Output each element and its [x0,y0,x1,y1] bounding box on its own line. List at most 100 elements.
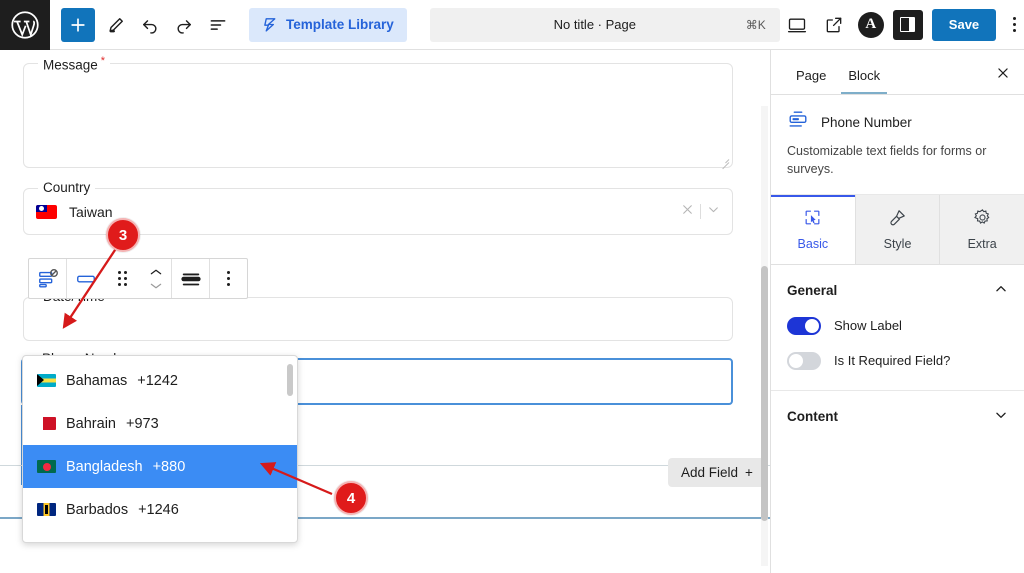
subtab-style-label: Style [883,236,912,251]
command-shortcut-label: ⌘K [745,17,766,32]
flag-bahamas-icon [37,374,56,387]
section-general-label: General [787,282,838,298]
list-item[interactable]: Belarus +375 [23,531,297,542]
list-item-selected[interactable]: Bangladesh +880 [23,445,297,488]
move-up-down-icon[interactable] [141,259,171,298]
more-options-button[interactable] [1001,17,1024,32]
tab-page[interactable]: Page [785,68,837,94]
canvas-scrollbar-thumb[interactable] [761,266,768,521]
cursor-icon [803,208,822,230]
toggle-show-label-text: Show Label [834,318,902,333]
view-external-icon[interactable] [817,8,851,42]
country-dropdown[interactable]: Bahamas +1242 Bahrain +973 Bangladesh +8… [22,355,298,543]
country-label: Barbados [66,501,129,518]
annotation-badge-4: 4 [334,481,368,515]
sidebar-toggle-glyph [892,9,923,40]
country-label: Bangladesh [66,458,143,475]
sidebar-tabs: Page Block [771,50,1024,95]
view-desktop-icon[interactable] [780,8,814,42]
flag-taiwan-icon [36,204,57,219]
block-info-panel: Phone Number Customizable text fields fo… [771,95,1024,195]
block-toolbar-group-move [67,259,172,298]
close-sidebar-icon[interactable] [996,66,1010,94]
country-label: Bahrain [66,415,116,432]
textarea-resize-handle[interactable] [720,155,729,164]
list-item[interactable]: Barbados +1246 [23,488,297,531]
settings-sidebar: Page Block Phone Number Customizable tex [770,50,1024,573]
subtab-extra[interactable]: Extra [940,194,1024,264]
subtab-extra-label: Extra [967,236,997,251]
toggle-required-field-row: Is It Required Field? [771,347,1024,382]
add-field-label: Add Field [681,465,739,480]
dropdown-scrollbar-thumb[interactable] [287,364,293,396]
canvas-scrollbar[interactable] [761,106,768,566]
sidebar-subtabs: Basic Style Extra [771,194,1024,265]
country-controls [681,203,720,221]
redo-button[interactable] [167,8,201,42]
template-library-label: Template Library [286,17,394,32]
template-library-button[interactable]: Template Library [249,7,407,42]
country-selected-value: Taiwan [69,203,113,220]
field-message-label: Message * [38,55,111,73]
field-message[interactable]: Message * [23,55,733,168]
drag-handle-icon[interactable] [104,259,141,298]
astra-letter: A [865,16,877,32]
block-toolbar-group-align [172,259,210,298]
block-toolbar-group-type [29,259,67,298]
chevron-down-icon[interactable] [707,203,720,221]
toggle-required-field[interactable] [787,351,821,370]
country-dial-code: +880 [152,458,186,475]
wordpress-logo-icon[interactable] [0,0,50,50]
more-options-icon[interactable] [210,259,247,298]
document-title-field[interactable]: No title · Page ⌘K [429,7,780,42]
toggle-show-label-row: Show Label [771,312,1024,347]
country-dial-code: +1246 [138,501,179,518]
section-content-label: Content [787,408,838,424]
flag-bangladesh-icon [37,460,56,473]
paragraph-transform-icon[interactable] [67,259,104,298]
list-item[interactable]: Bahamas +1242 [23,359,297,402]
edit-pencil-button[interactable] [99,8,133,42]
section-content[interactable]: Content [771,391,1024,438]
topbar-right-tools: A Save [780,8,1024,42]
toggle-show-label[interactable] [787,316,821,335]
clear-selection-icon[interactable] [681,203,694,221]
section-general[interactable]: General [771,265,1024,312]
subtab-basic[interactable]: Basic [771,194,856,264]
settings-sidebar-toggle[interactable] [891,8,925,42]
add-field-button[interactable]: Add Field + [668,458,766,487]
plus-icon: + [745,465,753,480]
annotation-badge-3: 3 [106,218,140,252]
toggle-required-field-text: Is It Required Field? [834,353,951,368]
list-item[interactable]: Bahrain +973 [23,402,297,445]
undo-button[interactable] [133,8,167,42]
field-country-label: Country [38,180,96,195]
document-title-text: No title · Page [553,17,636,32]
astra-logo-icon[interactable]: A [854,8,888,42]
gear-icon [973,208,992,230]
subtab-style[interactable]: Style [855,194,941,264]
top-toolbar: Template Library No title · Page ⌘K A Sa… [0,0,1024,50]
astra-badge: A [857,11,884,38]
block-toolbar [28,258,248,299]
block-type-icon[interactable] [29,259,66,298]
field-datetime[interactable]: Date/Time [23,289,733,341]
list-view-button[interactable] [201,8,235,42]
align-icon[interactable] [172,259,209,298]
wordpress-block-editor: Template Library No title · Page ⌘K A Sa… [0,0,1024,573]
brush-icon [888,208,907,230]
chevron-up-icon [994,282,1008,299]
tab-block[interactable]: Block [837,68,891,94]
flag-bahrain-icon [37,417,56,430]
block-title: Phone Number [821,115,912,130]
country-dropdown-list: Bahamas +1242 Bahrain +973 Bangladesh +8… [23,359,297,542]
country-dial-code: +1242 [137,372,178,389]
subtab-basic-label: Basic [797,236,829,251]
save-button[interactable]: Save [931,8,997,41]
block-toolbar-group-more [210,259,247,298]
chevron-down-icon [994,408,1008,425]
add-block-button[interactable] [61,7,95,42]
required-asterisk: * [100,55,106,67]
phone-field-icon [787,109,809,136]
block-description: Customizable text fields for forms or su… [787,144,987,176]
